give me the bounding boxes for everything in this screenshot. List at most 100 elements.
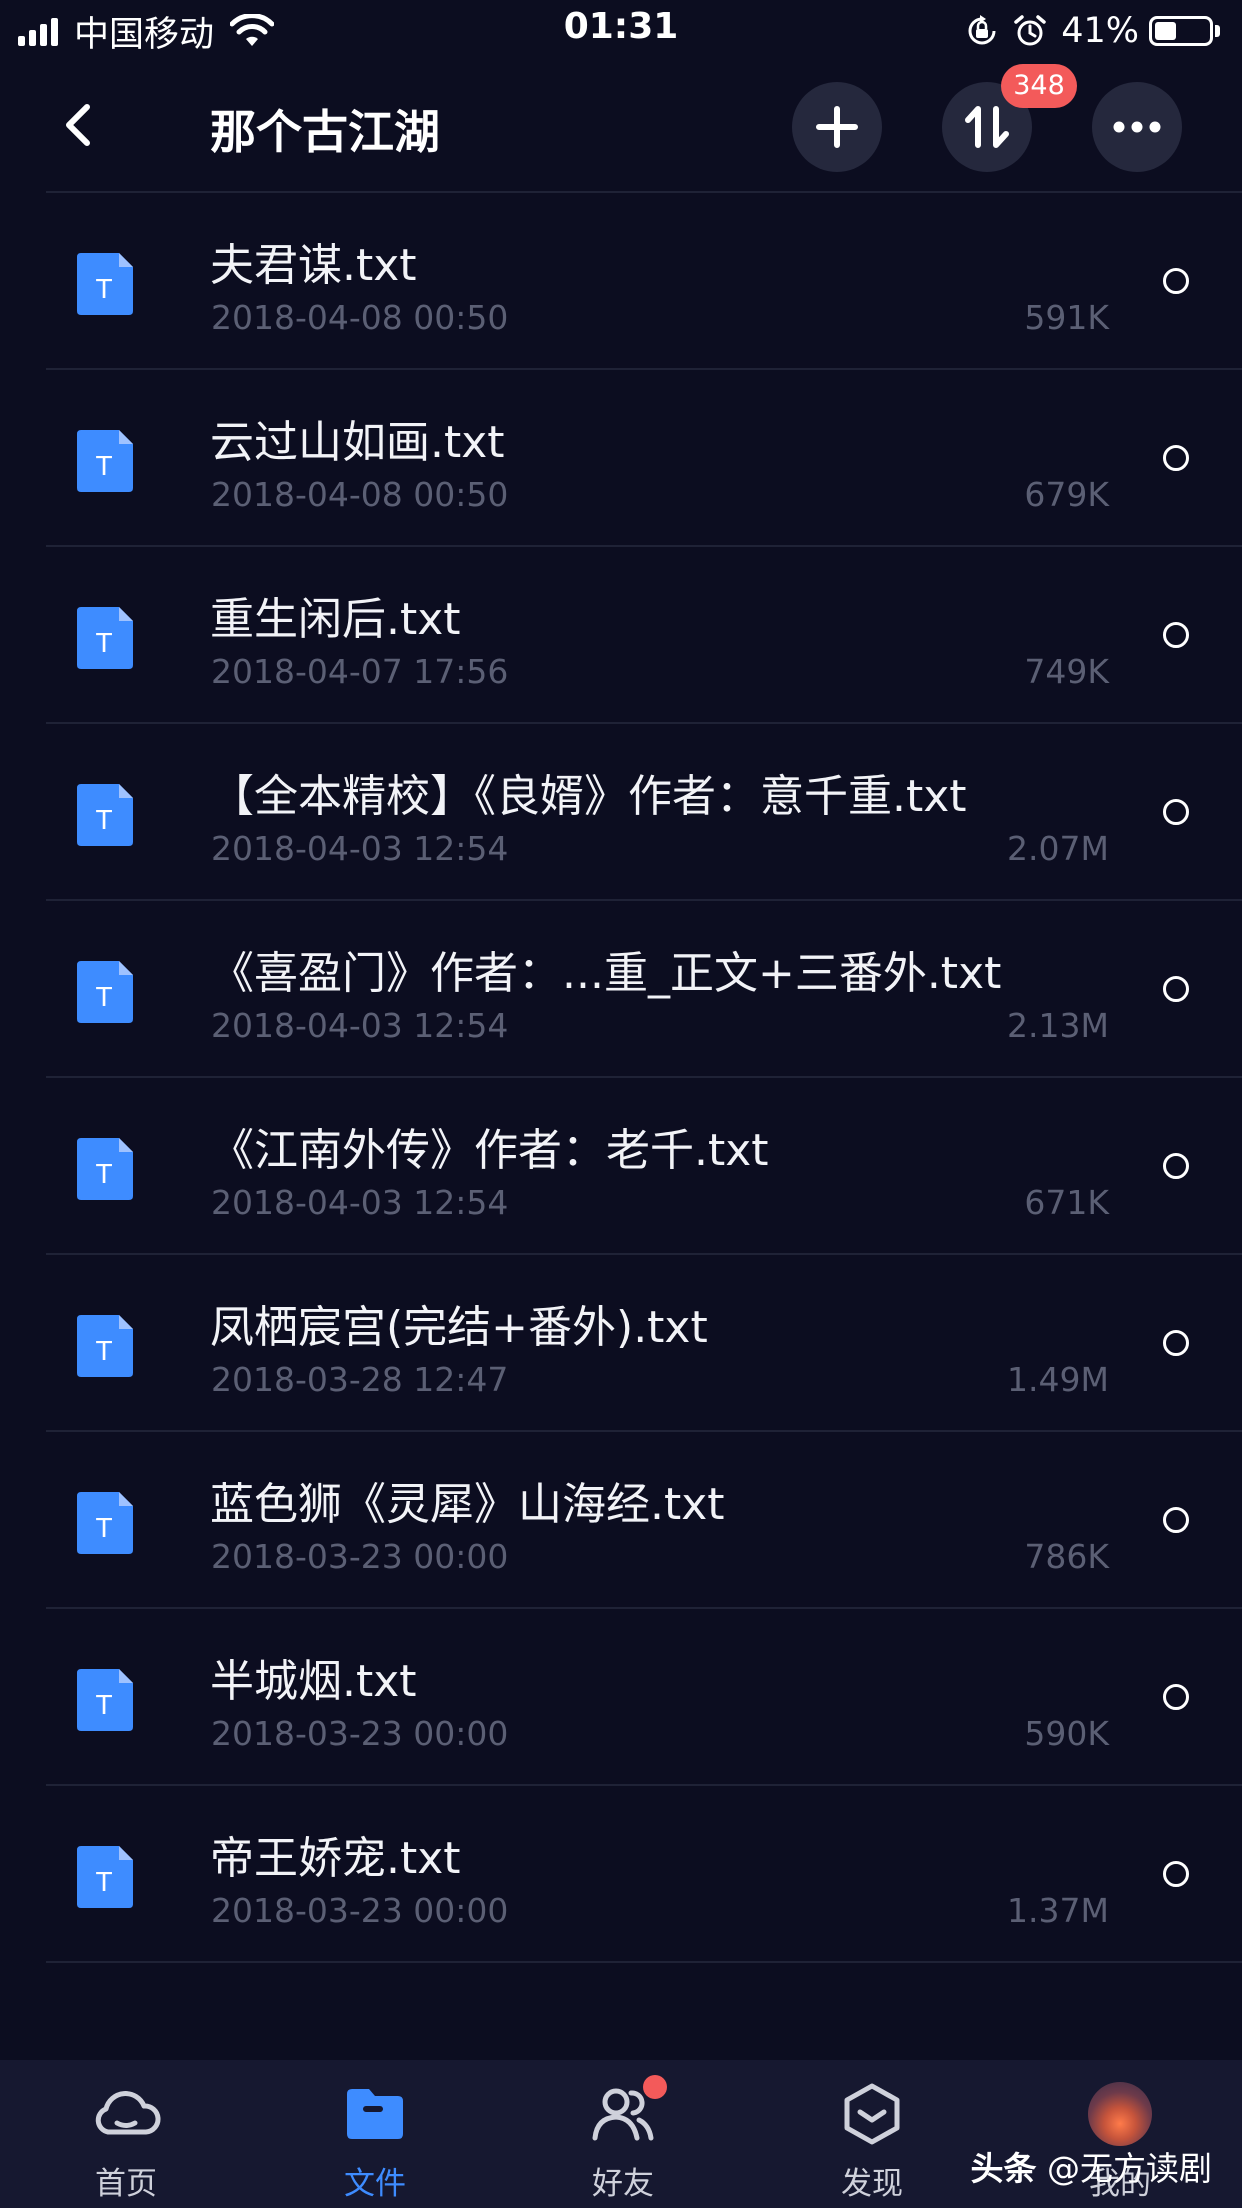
transfer-arrows-icon (965, 106, 1009, 148)
file-size: 1.49M (1007, 1360, 1109, 1399)
nav-bar: 那个古江湖 348 (0, 62, 1242, 190)
file-name: 帝王娇宠.txt (210, 1833, 461, 1884)
file-row[interactable]: T 凤栖宸宫(完结+番外).txt 2018-03-28 12:47 1.49M (0, 1255, 1242, 1432)
transfer-count-badge: 348 (1001, 64, 1077, 108)
tab-discover[interactable]: 发现 (782, 2060, 962, 2208)
plus-icon (816, 106, 858, 148)
tab-label: 首页 (95, 2166, 157, 2202)
chevron-left-icon (66, 104, 90, 146)
file-name: 夫君谋.txt (210, 240, 417, 291)
back-button[interactable] (42, 90, 112, 160)
file-size: 2.13M (1007, 1006, 1109, 1045)
text-file-icon: T (77, 961, 133, 1023)
select-radio[interactable] (1163, 1861, 1189, 1887)
text-file-icon: T (77, 430, 133, 492)
page-title: 那个古江湖 (210, 105, 440, 159)
file-row[interactable]: T 帝王娇宠.txt 2018-03-23 00:00 1.37M (0, 1786, 1242, 1963)
file-date: 2018-04-03 12:54 (211, 829, 509, 868)
tab-friends[interactable]: 好友 (533, 2060, 713, 2208)
discover-icon (844, 2083, 900, 2145)
select-radio[interactable] (1163, 976, 1189, 1002)
file-name: 半城烟.txt (210, 1656, 417, 1707)
battery-percent: 41% (1061, 11, 1139, 51)
folder-icon (347, 2089, 403, 2139)
file-icon-glyph: T (95, 1689, 112, 1720)
tab-label: 文件 (344, 2166, 406, 2202)
file-row[interactable]: T 夫君谋.txt 2018-04-08 00:50 591K (0, 193, 1242, 370)
file-date: 2018-04-08 00:50 (211, 475, 509, 514)
file-row[interactable]: T 【全本精校】《良婿》作者：意千重.txt 2018-04-03 12:54 2.0… (0, 724, 1242, 901)
file-icon-glyph: T (95, 273, 112, 304)
file-date: 2018-03-23 00:00 (211, 1891, 509, 1930)
select-radio[interactable] (1163, 268, 1189, 294)
file-row[interactable]: T 云过山如画.txt 2018-04-08 00:50 679K (0, 370, 1242, 547)
select-radio[interactable] (1163, 1507, 1189, 1533)
file-date: 2018-03-23 00:00 (211, 1537, 509, 1576)
file-list: T2018-04-08 00:501.15MT夫君谋.txt2018-04-08… (0, 190, 1242, 2060)
more-button[interactable] (1092, 82, 1182, 172)
file-date: 2018-04-07 17:56 (211, 652, 509, 691)
file-icon-glyph: T (95, 1158, 112, 1189)
alarm-icon (1014, 15, 1046, 46)
file-date: 2018-03-28 12:47 (211, 1360, 509, 1399)
tab-files[interactable]: 文件 (285, 2060, 465, 2208)
select-radio[interactable] (1163, 799, 1189, 825)
file-icon-glyph: T (95, 1512, 112, 1543)
select-radio[interactable] (1163, 1330, 1189, 1356)
tab-label: 发现 (841, 2166, 903, 2202)
status-bar: 中国移动 01:31 41% (0, 0, 1242, 62)
file-name: 重生闲后.txt (210, 594, 461, 645)
select-radio[interactable] (1163, 1684, 1189, 1710)
file-row[interactable]: T 《喜盈门》作者：...重_正文+三番外.txt 2018-04-03 12:54… (0, 901, 1242, 1078)
tab-home[interactable]: 首页 (36, 2060, 216, 2208)
file-icon-glyph: T (95, 450, 112, 481)
avatar (1088, 2082, 1152, 2146)
text-file-icon: T (77, 1138, 133, 1200)
rotation-lock-icon (968, 15, 996, 45)
file-icon-glyph: T (95, 804, 112, 835)
file-name: 【全本精校】《良婿》作者：意千重.txt (210, 771, 967, 822)
text-file-icon: T (77, 1315, 133, 1377)
file-name: 凤栖宸宫(完结+番外).txt (210, 1302, 708, 1353)
more-horizontal-icon (1113, 121, 1161, 133)
file-name: 《江南外传》作者：老千.txt (210, 1125, 769, 1176)
file-size: 786K (1024, 1537, 1109, 1576)
watermark: 头条 @无方读剧 (971, 2142, 1213, 2190)
select-radio[interactable] (1163, 445, 1189, 471)
file-icon-glyph: T (95, 1335, 112, 1366)
file-size: 590K (1024, 1714, 1109, 1753)
file-date: 2018-04-08 00:50 (211, 298, 509, 337)
file-row[interactable]: T 蓝色狮《灵犀》山海经.txt 2018-03-23 00:00 786K (0, 1432, 1242, 1609)
file-name: 云过山如画.txt (210, 417, 505, 468)
watermark-prefix: 头条 (970, 2149, 1037, 2188)
file-icon-glyph: T (95, 1866, 112, 1897)
file-row[interactable]: T 重生闲后.txt 2018-04-07 17:56 749K (0, 547, 1242, 724)
file-name: 《喜盈门》作者：...重_正文+三番外.txt (210, 948, 1002, 999)
text-file-icon: T (77, 1669, 133, 1731)
file-size: 2.07M (1007, 829, 1109, 868)
cloud-icon (95, 2091, 161, 2135)
file-date: 2018-04-03 12:54 (211, 1183, 509, 1222)
file-row[interactable]: T 《江南外传》作者：老千.txt 2018-04-03 12:54 671K (0, 1078, 1242, 1255)
file-size: 671K (1024, 1183, 1109, 1222)
notification-dot (643, 2075, 667, 2099)
file-row[interactable]: T 半城烟.txt 2018-03-23 00:00 590K (0, 1609, 1242, 1786)
add-button[interactable] (792, 82, 882, 172)
text-file-icon: T (77, 1492, 133, 1554)
select-radio[interactable] (1163, 1153, 1189, 1179)
text-file-icon: T (77, 784, 133, 846)
text-file-icon: T (77, 607, 133, 669)
row-divider (46, 1961, 1242, 1963)
text-file-icon: T (77, 253, 133, 315)
file-size: 679K (1024, 475, 1109, 514)
battery-cap (1215, 25, 1220, 37)
file-icon-glyph: T (95, 981, 112, 1012)
status-right: 41% (951, 8, 1220, 54)
file-date: 2018-04-03 12:54 (211, 1006, 509, 1045)
file-icon-glyph: T (95, 627, 112, 658)
battery-icon (1149, 16, 1213, 46)
text-file-icon: T (77, 1846, 133, 1908)
file-name: 蓝色狮《灵犀》山海经.txt (210, 1479, 725, 1530)
select-radio[interactable] (1163, 622, 1189, 648)
file-size: 591K (1024, 298, 1109, 337)
